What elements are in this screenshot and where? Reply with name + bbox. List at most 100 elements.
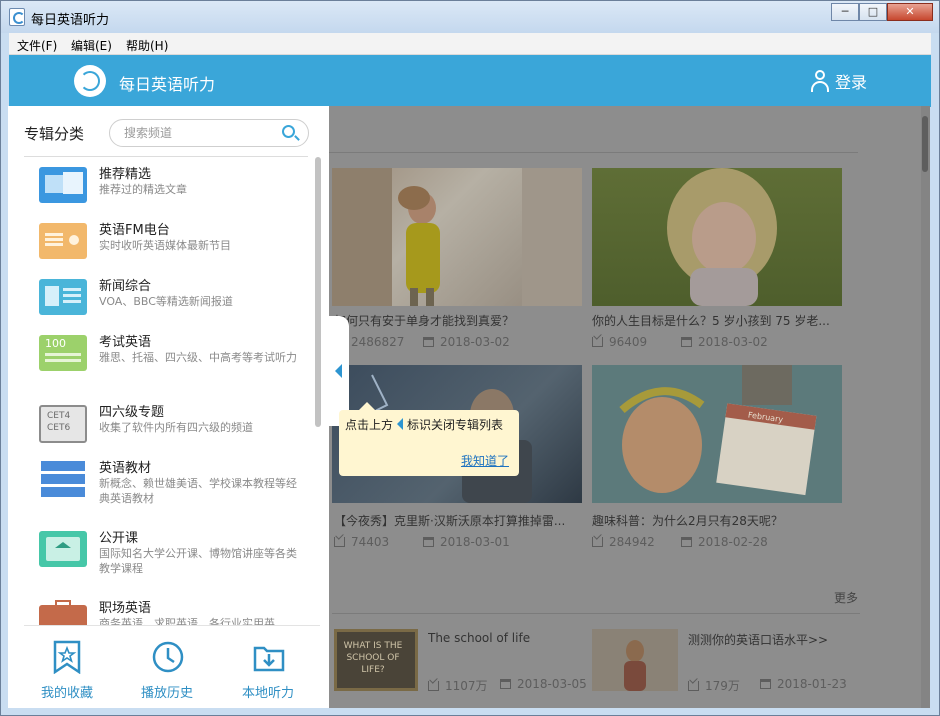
category-item-cet[interactable]: CET4 CET6 四六级专题 收集了软件内所有四六级的频道 (8, 401, 313, 451)
tooltip-text: 点击上方 标识关闭专辑列表 (345, 418, 504, 432)
bookmark-star-icon (51, 640, 83, 675)
download-icon (428, 681, 439, 691)
menu-file[interactable]: 文件(F) (17, 37, 57, 54)
calendar-icon (423, 337, 434, 347)
sidebar-scrollbar-thumb[interactable] (315, 157, 321, 427)
tab-label: 播放历史 (140, 686, 193, 701)
more-link[interactable]: 更多 (834, 589, 858, 606)
tab-label: 本地听力 (241, 686, 294, 701)
user-icon (810, 70, 829, 92)
publish-date: 2018-03-05 (500, 677, 587, 691)
title-bar[interactable]: 每日英语听力 ─ □ ✕ (1, 1, 939, 33)
window-title: 每日英语听力 (31, 13, 110, 28)
category-item-recommend[interactable]: 推荐精选 推荐过的精选文章 (8, 163, 313, 213)
login-button[interactable]: 登录 (810, 69, 867, 93)
thumbnail-text: WHAT IS THE SCHOOL OF LIFE? (343, 641, 403, 675)
download-folder-icon (252, 640, 285, 674)
download-icon (688, 681, 699, 691)
app-name: 每日英语听力 (119, 75, 216, 94)
sidebar-title: 专辑分类 (24, 125, 85, 143)
close-button[interactable]: ✕ (887, 3, 933, 21)
article-title[interactable]: 测测你的英语口语水平>> (688, 631, 828, 648)
category-title: 英语FM电台 (99, 223, 170, 238)
download-count: 284942 (592, 535, 655, 549)
article-image[interactable]: February (592, 365, 842, 503)
download-icon (592, 537, 603, 547)
category-title: 新闻综合 (99, 279, 152, 294)
app-logo-icon (9, 8, 25, 26)
article-image[interactable] (332, 168, 582, 306)
article-image[interactable] (592, 168, 842, 306)
cet6-text: CET6 (47, 423, 71, 433)
main-scrollbar[interactable] (921, 106, 930, 708)
publish-date: 2018-01-23 (760, 677, 847, 691)
category-title: 考试英语 (99, 335, 152, 350)
category-title: 职场英语 (99, 601, 152, 616)
exam-icon: 100 (39, 335, 87, 371)
category-item-open-course[interactable]: 公开课 国际知名大学公开课、博物馆讲座等各类教学课程 (8, 527, 313, 591)
category-desc: 收集了软件内所有四六级的频道 (99, 421, 253, 434)
category-item-textbook[interactable]: 英语教材 新概念、赖世雄美语、学校课本教程等经典英语教材 (8, 457, 313, 521)
woman-photo (624, 640, 646, 691)
search-icon[interactable] (282, 125, 295, 138)
exam-icon-text: 100 (45, 337, 66, 350)
publish-date: 2018-02-28 (681, 535, 768, 549)
tab-my-favorites[interactable]: 我的收藏 (27, 636, 107, 701)
clock-icon (151, 640, 184, 674)
channel-search-box[interactable] (109, 119, 309, 147)
article-title[interactable]: 如何只有安于单身才能找到真爱？ (334, 312, 584, 329)
album-category-sidebar: 专辑分类 推荐精选 推荐过的精选文章 英语FM电台 实时收听英语媒体最新节目 (8, 106, 329, 708)
tab-local-audio[interactable]: 本地听力 (228, 636, 308, 701)
tab-play-history[interactable]: 播放历史 (127, 636, 207, 701)
divider (332, 613, 860, 614)
textbook-icon (39, 461, 87, 497)
woman-walking-image (332, 168, 582, 306)
category-title: 英语教材 (99, 461, 152, 476)
category-desc: 推荐过的精选文章 (99, 183, 187, 196)
app-header: 每日英语听力 登录 (9, 55, 931, 107)
got-it-link[interactable]: 我知道了 (461, 452, 509, 469)
channel-search-input[interactable] (124, 125, 274, 141)
scrollbar-thumb[interactable] (922, 116, 928, 172)
speaking-test-thumbnail[interactable] (592, 629, 678, 691)
calendar-icon (681, 337, 692, 347)
girl-portrait-image (667, 168, 777, 306)
category-item-news[interactable]: 新闻综合 VOA、BBC等精选新闻报道 (8, 275, 313, 325)
collapse-arrow-icon (335, 364, 342, 378)
login-label: 登录 (834, 73, 867, 92)
maximize-button[interactable]: □ (859, 3, 887, 21)
article-title[interactable]: 趣味科普：为什么2月只有28天呢？ (592, 512, 842, 529)
category-item-fm-radio[interactable]: 英语FM电台 实时收听英语媒体最新节目 (8, 219, 313, 269)
download-count: 96409 (592, 335, 647, 349)
download-count: 1107万 (428, 677, 488, 694)
article-title[interactable]: 你的人生目标是什么？5 岁小孩到 75 岁老... (592, 312, 842, 329)
recommend-icon (39, 167, 87, 203)
category-desc: VOA、BBC等精选新闻报道 (99, 295, 233, 308)
category-title: 四六级专题 (99, 405, 165, 420)
download-count: 74403 (334, 535, 389, 549)
radio-icon (39, 223, 87, 259)
minimize-button[interactable]: ─ (831, 3, 859, 21)
publish-date: 2018-03-02 (423, 335, 510, 349)
category-title: 推荐精选 (99, 167, 152, 182)
divider (24, 625, 320, 626)
category-item-workplace[interactable]: 职场英语 商务英语、求职英语、各行业实用英 (8, 597, 313, 625)
category-desc: 雅思、托福、四六级、中高考等考试听力 (99, 351, 297, 364)
collapse-arrow-icon (397, 418, 404, 430)
school-of-life-thumbnail[interactable]: WHAT IS THE SCHOOL OF LIFE? (334, 629, 418, 691)
download-count: 179万 (688, 677, 740, 694)
menu-help[interactable]: 帮助(H) (126, 37, 168, 54)
app-brand-icon (74, 65, 106, 97)
article-title[interactable]: 【今夜秀】克里斯·汉斯沃原本打算推掉雷... (334, 512, 584, 529)
download-icon (334, 537, 345, 547)
category-item-exam[interactable]: 100 考试英语 雅思、托福、四六级、中高考等考试听力 (8, 331, 313, 395)
calendar-icon (500, 679, 511, 689)
menu-bar: 文件(F) 编辑(E) 帮助(H) (9, 33, 931, 55)
category-desc: 实时收听英语媒体最新节目 (99, 239, 231, 252)
cet4-text: CET4 (47, 411, 71, 421)
article-title[interactable]: The school of life (428, 631, 530, 645)
tab-label: 我的收藏 (40, 686, 93, 701)
category-list: 推荐精选 推荐过的精选文章 英语FM电台 实时收听英语媒体最新节目 新闻综合 V… (8, 157, 319, 625)
menu-edit[interactable]: 编辑(E) (71, 37, 112, 54)
caesar-calendar-image: February (619, 365, 817, 496)
